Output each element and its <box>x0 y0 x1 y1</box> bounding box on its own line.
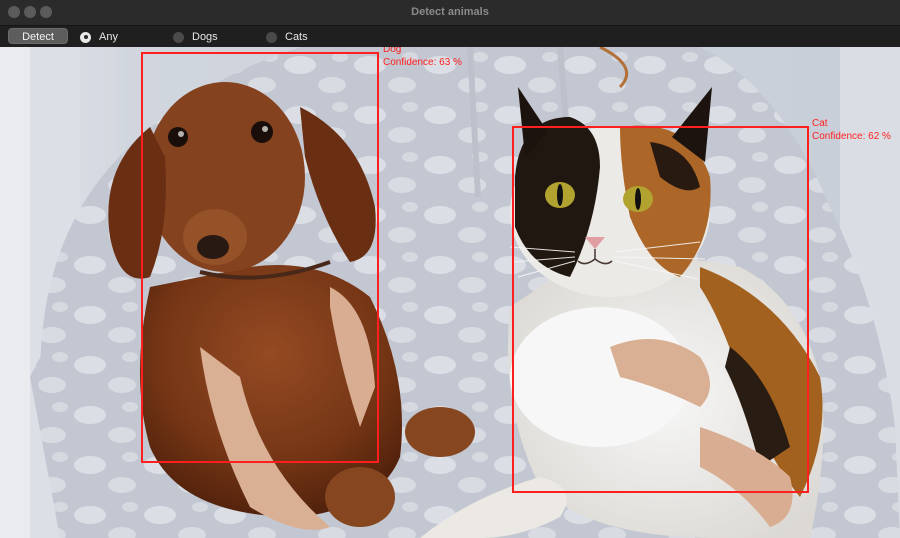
toolbar: Detect Any Dogs Cats <box>0 26 900 47</box>
cat-bounding-box <box>512 126 809 493</box>
dog-detection-confidence: Confidence: 63 % <box>383 57 462 68</box>
filter-radio-any[interactable]: Any <box>80 31 118 43</box>
dog-detection-class: Dog <box>383 47 402 55</box>
title-bar: Detect animals <box>0 0 900 26</box>
filter-label-any: Any <box>99 31 118 43</box>
app-window: Detect animals Detect Any Dogs Cats Dog … <box>0 0 900 538</box>
window-title: Detect animals <box>411 6 489 18</box>
radio-selected-icon <box>80 31 91 43</box>
filter-label-cats: Cats <box>285 31 308 43</box>
dog-detection-label: Dog Confidence: 63 % <box>383 47 462 69</box>
filter-label-dogs: Dogs <box>192 31 218 43</box>
cat-detection-class: Cat <box>812 118 828 129</box>
radio-unselected-icon <box>266 31 277 43</box>
filter-radio-dogs[interactable]: Dogs <box>173 31 218 43</box>
cat-detection-label: Cat Confidence: 62 % <box>812 117 891 143</box>
image-canvas: Dog Confidence: 63 % Cat Confidence: 62 … <box>0 47 900 538</box>
radio-unselected-icon <box>173 31 184 43</box>
dog-bounding-box <box>141 52 379 463</box>
cat-detection-confidence: Confidence: 62 % <box>812 131 891 142</box>
filter-radio-cats[interactable]: Cats <box>266 31 308 43</box>
detect-button[interactable]: Detect <box>8 28 68 44</box>
